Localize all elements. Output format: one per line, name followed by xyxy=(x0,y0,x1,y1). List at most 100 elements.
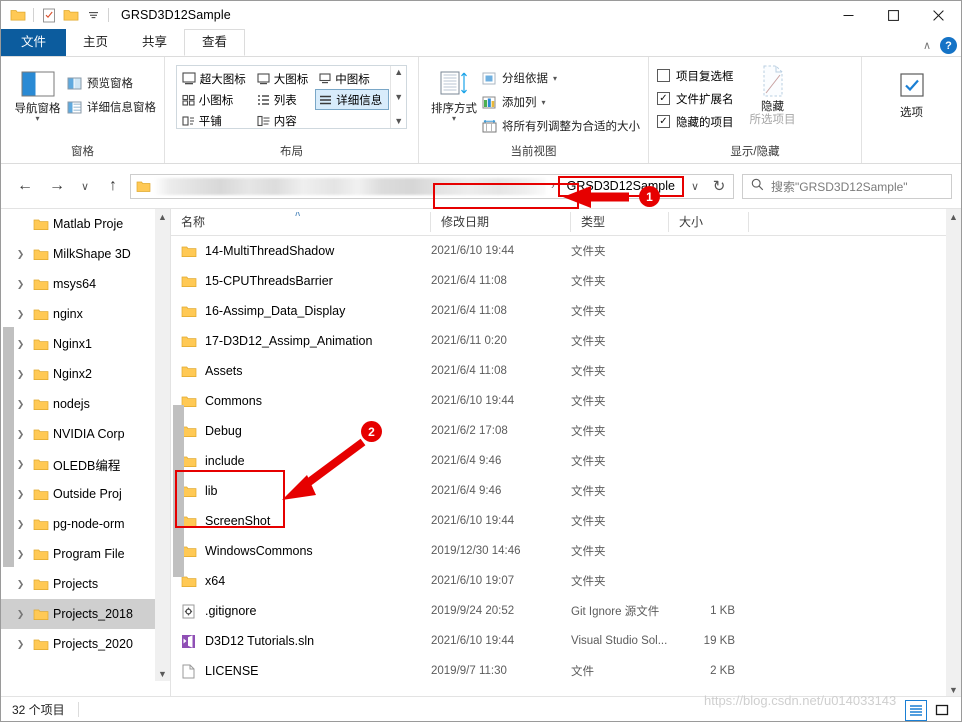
back-button[interactable]: ← xyxy=(10,171,40,201)
file-name-cell[interactable]: Debug xyxy=(171,424,431,438)
item-checkboxes-option[interactable]: 项目复选框 xyxy=(657,64,734,87)
large-icons-view-icon[interactable] xyxy=(931,700,953,721)
address-history-caret-icon[interactable]: ∨ xyxy=(684,171,706,201)
minimize-button[interactable] xyxy=(826,1,871,29)
chevron-right-icon[interactable]: ❯ xyxy=(13,459,28,470)
sidebar-item-projects-2018[interactable]: ❯ Projects_2018 xyxy=(1,599,170,629)
sidebar-item-projects-2020[interactable]: ❯ Projects_2020 xyxy=(1,629,170,659)
chevron-right-icon[interactable]: ❯ xyxy=(13,249,28,260)
chevron-right-icon[interactable]: ❯ xyxy=(13,609,28,620)
file-name-cell[interactable]: 16-Assimp_Data_Display xyxy=(171,304,431,318)
sidebar-item-projects[interactable]: ❯ Projects xyxy=(1,569,170,599)
sidebar-item-nginx1[interactable]: ❯ Nginx1 xyxy=(1,329,170,359)
chevron-right-icon[interactable]: ❯ xyxy=(13,339,28,350)
chevron-right-icon[interactable]: ❯ xyxy=(13,519,28,530)
column-header-date[interactable]: 修改日期 xyxy=(431,212,571,232)
chevron-right-icon[interactable]: ❯ xyxy=(13,399,28,410)
file-extensions-checkbox[interactable]: ✓ xyxy=(657,92,670,105)
item-checkboxes-checkbox[interactable] xyxy=(657,69,670,82)
file-name-cell[interactable]: LICENSE xyxy=(171,664,431,679)
sidebar-item-outside-proj[interactable]: ❯ Outside Proj xyxy=(1,479,170,509)
chevron-right-icon[interactable]: ❯ xyxy=(13,369,28,380)
table-row[interactable]: D3D12 Tutorials.sln 2021/6/10 19:44 Visual… xyxy=(171,626,961,656)
sidebar-item-matlab-proje[interactable]: Matlab Proje xyxy=(1,209,170,239)
chevron-right-icon[interactable]: ❯ xyxy=(13,429,28,440)
navigation-pane-caret-icon[interactable]: ▾ xyxy=(35,115,39,123)
sidebar-item-nodejs[interactable]: ❯ nodejs xyxy=(1,389,170,419)
new-folder-icon[interactable] xyxy=(60,4,82,26)
recent-locations-button[interactable]: ∨ xyxy=(74,171,96,201)
file-extensions-option[interactable]: ✓ 文件扩展名 xyxy=(657,87,734,110)
table-row[interactable]: lib 2021/6/4 9:46 文件夹 xyxy=(171,476,961,506)
tab-share[interactable]: 共享 xyxy=(125,29,184,56)
layout-small-icons[interactable]: 小图标 xyxy=(178,89,253,110)
sort-by-button[interactable]: 排序方式 ▾ xyxy=(427,63,481,123)
table-row[interactable]: ScreenShot 2021/6/10 19:44 文件夹 xyxy=(171,506,961,536)
gallery-scroll-down-icon[interactable]: ▼ xyxy=(394,92,403,102)
file-name-cell[interactable]: 17-D3D12_Assimp_Animation xyxy=(171,334,431,348)
table-row[interactable]: 17-D3D12_Assimp_Animation 2021/6/11 0:20 文… xyxy=(171,326,961,356)
column-header-type[interactable]: 类型 xyxy=(571,212,669,232)
chevron-right-icon[interactable]: ❯ xyxy=(13,639,28,650)
search-input[interactable]: 搜索"GRSD3D12Sample" xyxy=(771,178,908,195)
table-row[interactable]: 14-MultiThreadShadow 2021/6/10 19:44 文件夹 xyxy=(171,236,961,266)
navigation-pane-button[interactable]: 导航窗格 ▾ xyxy=(9,63,66,123)
file-name-cell[interactable]: x64 xyxy=(171,574,431,588)
layout-large-icons[interactable]: 大图标 xyxy=(253,68,316,89)
table-row[interactable]: 15-CPUThreadsBarrier 2021/6/4 11:08 文件夹 xyxy=(171,266,961,296)
table-row[interactable]: include 2021/6/4 9:46 文件夹 xyxy=(171,446,961,476)
group-by-caret-icon[interactable]: ▾ xyxy=(553,74,557,83)
file-name-cell[interactable]: Assets xyxy=(171,364,431,378)
table-row[interactable]: x64 2021/6/10 19:07 文件夹 xyxy=(171,566,961,596)
folder-icon[interactable] xyxy=(7,4,29,26)
file-name-cell[interactable]: .gitignore xyxy=(171,604,431,619)
hidden-items-option[interactable]: ✓ 隐藏的项目 xyxy=(657,110,734,133)
sidebar-item-msys64[interactable]: ❯ msys64 xyxy=(1,269,170,299)
tab-home[interactable]: 主页 xyxy=(66,29,125,56)
group-by-button[interactable]: 分组依据 ▾ xyxy=(481,66,640,90)
column-header-blank[interactable] xyxy=(749,212,961,232)
file-scroll-down-icon[interactable]: ▼ xyxy=(946,682,961,696)
column-header-size[interactable]: 大小 xyxy=(669,212,749,232)
file-name-cell[interactable]: WindowsCommons xyxy=(171,544,431,558)
table-row[interactable]: Assets 2021/6/4 11:08 文件夹 xyxy=(171,356,961,386)
table-row[interactable]: WindowsCommons 2019/12/30 14:46 文件夹 xyxy=(171,536,961,566)
sidebar-item-pg-node-orm[interactable]: ❯ pg-node-orm xyxy=(1,509,170,539)
table-row[interactable]: Commons 2021/6/10 19:44 文件夹 xyxy=(171,386,961,416)
sidebar-item-nvidia-corp[interactable]: ❯ NVIDIA Corp xyxy=(1,419,170,449)
tab-view[interactable]: 查看 xyxy=(184,29,246,56)
sidebar-item-nginx[interactable]: ❯ nginx xyxy=(1,299,170,329)
sidebar-scroll-up-icon[interactable]: ▲ xyxy=(155,209,170,224)
details-pane-button[interactable]: 详细信息窗格 xyxy=(66,95,156,119)
tab-file[interactable]: 文件 xyxy=(1,29,67,56)
gallery-expand-icon[interactable]: ▼ xyxy=(394,117,403,126)
layout-gallery-scrollbar[interactable]: ▲ ▼ ▼ xyxy=(390,66,407,128)
help-icon[interactable]: ? xyxy=(940,37,957,54)
chevron-right-icon[interactable]: ❯ xyxy=(13,489,28,500)
table-row[interactable]: LICENSE 2019/9/7 11:30 文件 2 KB xyxy=(171,656,961,686)
chevron-right-icon[interactable]: ❯ xyxy=(13,579,28,590)
file-name-cell[interactable]: Commons xyxy=(171,394,431,408)
sidebar-item-nginx2[interactable]: ❯ Nginx2 xyxy=(1,359,170,389)
table-row[interactable]: 16-Assimp_Data_Display 2021/6/4 11:08 文件夹 xyxy=(171,296,961,326)
column-header-name[interactable]: 名称 ∧ xyxy=(171,212,431,232)
options-button[interactable]: 选项 xyxy=(875,67,949,120)
properties-checkbox-icon[interactable] xyxy=(38,4,60,26)
close-button[interactable] xyxy=(916,1,961,29)
file-name-cell[interactable]: include xyxy=(171,454,431,468)
size-all-columns-button[interactable]: 将所有列调整为合适的大小 xyxy=(481,114,640,138)
hidden-items-checkbox[interactable]: ✓ xyxy=(657,115,670,128)
maximize-button[interactable] xyxy=(871,1,916,29)
layout-content[interactable]: 内容 xyxy=(253,110,316,131)
details-view-icon[interactable] xyxy=(905,699,927,721)
sidebar-scroll-thumb[interactable] xyxy=(3,327,14,567)
layout-details[interactable]: 详细信息 xyxy=(315,89,390,110)
refresh-icon[interactable]: ↻ xyxy=(708,171,730,201)
sort-by-caret-icon[interactable]: ▾ xyxy=(452,115,456,123)
layout-extra-large-icons[interactable]: 超大图标 xyxy=(178,68,253,89)
gallery-scroll-up-icon[interactable]: ▲ xyxy=(394,68,403,77)
table-row[interactable]: Debug 2021/6/2 17:08 文件夹 xyxy=(171,416,961,446)
layout-tiles[interactable]: 平铺 xyxy=(178,110,253,131)
sidebar-item-milkshape-3d[interactable]: ❯ MilkShape 3D xyxy=(1,239,170,269)
file-scroll-up-icon[interactable]: ▲ xyxy=(946,209,961,224)
